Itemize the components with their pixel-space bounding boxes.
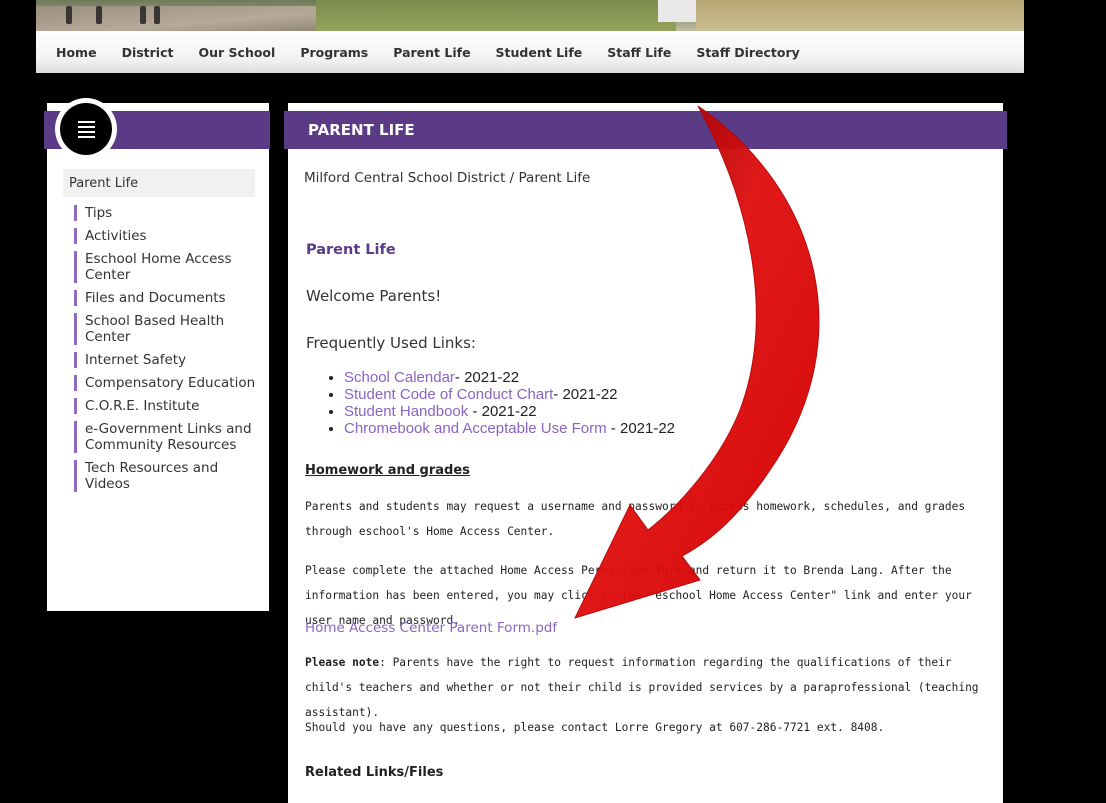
banner-figure [96, 6, 102, 24]
sidebar-item-files[interactable]: Files and Documents [74, 290, 260, 306]
nav-parent-life[interactable]: Parent Life [393, 45, 470, 60]
banner-figure [66, 6, 72, 24]
sidebar-item-tech-resources[interactable]: Tech Resources and Videos [74, 460, 260, 492]
nav-student-life[interactable]: Student Life [496, 45, 583, 60]
nav-staff-life[interactable]: Staff Life [607, 45, 671, 60]
banner-figure [154, 6, 160, 24]
banner-shed [658, 0, 698, 22]
sidebar-item-tips[interactable]: Tips [74, 205, 260, 221]
list-item: Student Code of Conduct Chart- 2021-22 [344, 386, 675, 403]
sidebar-item-eschool[interactable]: Eschool Home Access Center [74, 251, 260, 283]
list-item: School Calendar- 2021-22 [344, 369, 675, 386]
top-navigation: Home District Our School Programs Parent… [36, 31, 1024, 73]
sidebar-current-section[interactable]: Parent Life [63, 169, 255, 197]
sidebar-item-health-center[interactable]: School Based Health Center [74, 313, 260, 345]
contact-paragraph: Should you have any questions, please co… [305, 721, 885, 734]
banner-track [36, 6, 336, 32]
link-code-of-conduct[interactable]: Student Code of Conduct Chart [344, 386, 553, 403]
hamburger-icon [60, 103, 112, 155]
nav-programs[interactable]: Programs [300, 45, 368, 60]
header-banner-photo [36, 0, 1024, 32]
link-student-handbook[interactable]: Student Handbook [344, 403, 468, 420]
link-school-calendar[interactable]: School Calendar [344, 369, 455, 386]
list-item: Chromebook and Acceptable Use Form - 202… [344, 420, 675, 437]
welcome-text: Welcome Parents! [306, 287, 442, 305]
frequent-links-heading: Frequently Used Links: [306, 334, 476, 352]
note-paragraph: Please note: Parents have the right to r… [305, 656, 979, 719]
link-chromebook-form[interactable]: Chromebook and Acceptable Use Form [344, 420, 607, 437]
sidebar-item-egovernment[interactable]: e-Government Links and Community Resourc… [74, 421, 260, 453]
sidebar-item-core-institute[interactable]: C.O.R.E. Institute [74, 398, 260, 414]
nav-home[interactable]: Home [56, 45, 97, 60]
banner-field [696, 0, 1024, 32]
banner-figure [140, 6, 146, 24]
list-item: Student Handbook - 2021-22 [344, 403, 675, 420]
breadcrumb: Milford Central School District / Parent… [304, 170, 591, 186]
sidebar-item-internet-safety[interactable]: Internet Safety [74, 352, 260, 368]
content-heading: Parent Life [306, 242, 396, 258]
page-title: PARENT LIFE [284, 111, 1007, 149]
banner-grass [316, 0, 676, 32]
nav-district[interactable]: District [122, 45, 174, 60]
homework-paragraph: Parents and students may request a usern… [305, 500, 966, 538]
sidebar-menu: Tips Activities Eschool Home Access Cent… [74, 205, 260, 499]
frequent-links-list: School Calendar- 2021-22 Student Code of… [326, 369, 675, 437]
homework-heading: Homework and grades [305, 463, 470, 478]
menu-toggle-button[interactable] [55, 98, 117, 160]
nav-our-school[interactable]: Our School [198, 45, 275, 60]
nav-staff-directory[interactable]: Staff Directory [696, 45, 799, 60]
note-label: Please note [305, 656, 380, 669]
sidebar-item-activities[interactable]: Activities [74, 228, 260, 244]
parent-form-pdf-link[interactable]: Home Access Center Parent Form.pdf [305, 620, 557, 636]
sidebar-item-compensatory[interactable]: Compensatory Education [74, 375, 260, 391]
